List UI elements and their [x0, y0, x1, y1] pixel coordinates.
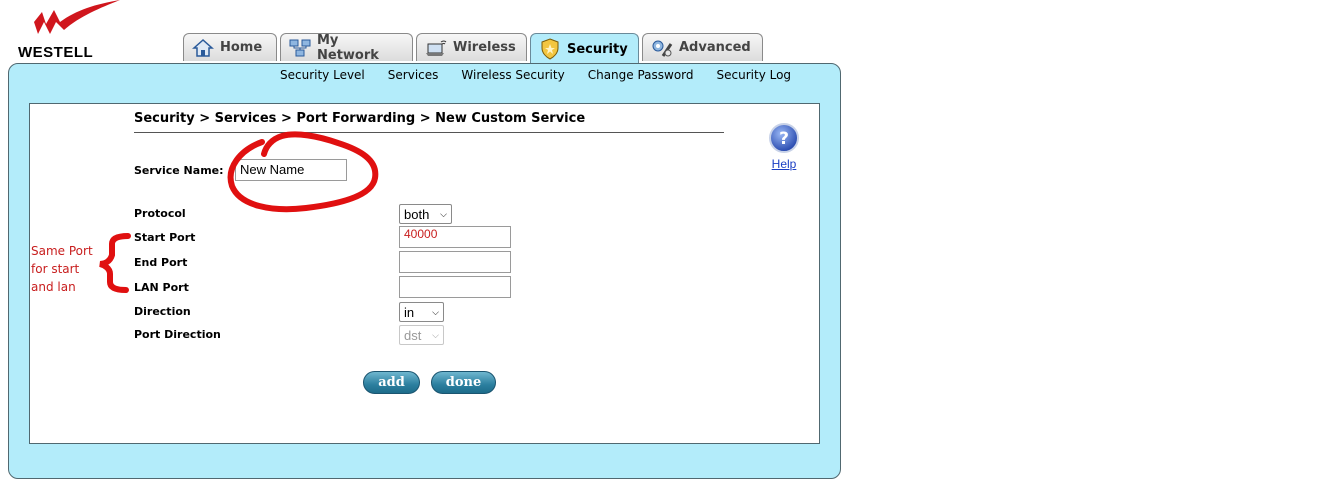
breadcrumb: Security > Services > Port Forwarding > … — [134, 111, 586, 126]
subnav-change-password[interactable]: Change Password — [588, 68, 694, 82]
annotation-note: Same Port for start and lan — [31, 242, 111, 296]
wireless-icon — [425, 37, 447, 59]
start-port-input[interactable]: 40000 — [399, 226, 511, 248]
main-panel: Security Level Services Wireless Securit… — [8, 63, 841, 479]
annotation-line: Same Port — [31, 244, 93, 258]
annotation-line: and lan — [31, 280, 76, 294]
tab-my-network[interactable]: My Network — [280, 32, 413, 63]
home-icon — [192, 37, 214, 59]
chevron-down-icon: ⌵ — [432, 306, 439, 317]
chevron-down-icon: ⌵ — [440, 208, 447, 219]
port-direction-select: dst ⌵ — [399, 325, 444, 345]
help-link[interactable]: Help — [768, 157, 800, 171]
content-area: Security > Services > Port Forwarding > … — [29, 103, 820, 444]
logo-wordmark: WESTELL — [18, 44, 94, 61]
start-port-label: Start Port — [134, 231, 196, 244]
done-button[interactable]: done — [431, 371, 496, 394]
annotation-line: for start — [31, 262, 80, 276]
subnav-wireless-security[interactable]: Wireless Security — [461, 68, 564, 82]
main-tabs: Home My Network Wireless Security Advanc… — [183, 32, 763, 64]
direction-value: in — [404, 304, 415, 320]
protocol-select[interactable]: both ⌵ — [399, 204, 452, 224]
direction-select[interactable]: in ⌵ — [399, 302, 444, 322]
tab-wireless[interactable]: Wireless — [416, 33, 527, 61]
security-subnav: Security Level Services Wireless Securit… — [280, 68, 814, 82]
help-question-icon[interactable]: ? — [768, 122, 800, 154]
direction-label: Direction — [134, 305, 191, 318]
end-port-label: End Port — [134, 256, 188, 269]
protocol-label: Protocol — [134, 207, 186, 220]
chevron-down-icon: ⌵ — [432, 329, 439, 340]
subnav-services[interactable]: Services — [388, 68, 439, 82]
westell-swoosh-icon — [34, 0, 120, 34]
tab-home-label: Home — [220, 40, 263, 55]
help-widget[interactable]: ? Help — [768, 122, 800, 171]
tab-wireless-label: Wireless — [453, 40, 516, 55]
subnav-security-log[interactable]: Security Log — [717, 68, 792, 82]
port-direction-label: Port Direction — [134, 328, 221, 341]
tab-advanced-label: Advanced — [679, 40, 751, 55]
end-port-input[interactable] — [399, 251, 511, 273]
port-direction-value: dst — [404, 327, 422, 343]
add-button[interactable]: add — [363, 371, 420, 394]
subnav-security-level[interactable]: Security Level — [280, 68, 365, 82]
lan-port-label: LAN Port — [134, 281, 189, 294]
protocol-value: both — [404, 206, 430, 222]
security-shield-icon — [539, 38, 561, 60]
tab-my-network-label: My Network — [317, 32, 379, 63]
tab-security-label: Security — [567, 41, 628, 57]
tab-advanced[interactable]: Advanced — [642, 33, 763, 61]
westell-logo: WESTELL — [16, 0, 126, 62]
tab-security[interactable]: Security — [530, 33, 639, 64]
advanced-tools-icon — [651, 37, 673, 59]
service-name-input[interactable]: New Name — [235, 159, 347, 181]
svg-text:?: ? — [779, 129, 789, 149]
network-icon — [289, 37, 311, 59]
lan-port-input[interactable] — [399, 276, 511, 298]
service-name-label: Service Name: — [134, 164, 224, 177]
tab-home[interactable]: Home — [183, 33, 277, 61]
breadcrumb-divider — [134, 132, 724, 133]
